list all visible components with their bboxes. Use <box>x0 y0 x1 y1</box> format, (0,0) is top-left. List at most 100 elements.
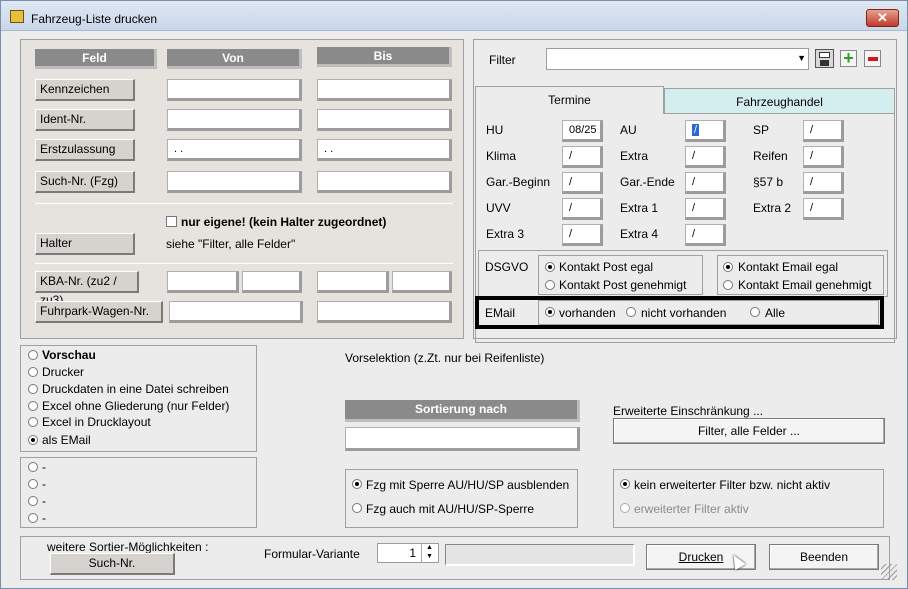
identnr-von-input[interactable] <box>167 109 302 131</box>
minus-radio-3[interactable] <box>28 496 38 506</box>
extra4-input[interactable]: / <box>685 224 726 246</box>
kein-filter-radio[interactable] <box>620 479 630 489</box>
klima-label: Klima <box>486 149 517 163</box>
kba-label[interactable]: KBA-Nr. (zu2 / zu3) <box>35 271 139 307</box>
erstzulassung-bis-input[interactable]: . . <box>317 139 452 161</box>
kennzeichen-von-input[interactable] <box>167 79 302 101</box>
vorschau-radio[interactable] <box>28 350 38 360</box>
post-genehmigt-radio[interactable] <box>545 280 555 290</box>
als-email-radio[interactable] <box>28 435 38 445</box>
resize-grip-icon[interactable] <box>881 564 897 580</box>
erstzulassung-von-input[interactable]: . . <box>167 139 302 161</box>
filter-select[interactable]: ▼ <box>546 48 809 70</box>
suchnr-von-input[interactable] <box>167 171 302 193</box>
extra-input[interactable]: / <box>685 146 726 168</box>
email-nicht-label: nicht vorhanden <box>641 306 727 320</box>
beenden-button[interactable]: Beenden <box>769 544 879 570</box>
kba-von-2-input[interactable] <box>242 271 302 293</box>
formular-variante-stepper[interactable]: 1 ▲ ▼ <box>377 543 439 563</box>
drucker-label: Drucker <box>42 365 85 379</box>
kba-von-1-input[interactable] <box>167 271 239 293</box>
identnr-bis-input[interactable] <box>317 109 452 131</box>
extra2-input[interactable]: / <box>803 198 844 220</box>
p57b-input[interactable]: / <box>803 172 844 194</box>
email-vorhanden-radio[interactable] <box>545 307 555 317</box>
uvv-input[interactable]: / <box>562 198 603 220</box>
extra2-label: Extra 2 <box>753 201 792 215</box>
email-vorhanden-label: vorhanden <box>559 306 616 320</box>
minus-radio-1[interactable] <box>28 462 38 472</box>
email-label: EMail <box>485 306 516 320</box>
suchnr-fzg-label[interactable]: Such-Nr. (Fzg) <box>35 171 135 193</box>
minus-label-4: - <box>42 511 46 525</box>
hu-input[interactable]: 08/25 <box>562 120 603 142</box>
filter-alle-felder-button[interactable]: Filter, alle Felder ... <box>613 418 885 444</box>
chevron-down-icon: ▼ <box>797 53 806 63</box>
identnr-label[interactable]: Ident-Nr. <box>35 109 135 131</box>
fuhrpark-von-input[interactable] <box>169 301 303 323</box>
als-email-label: als EMail <box>42 433 91 447</box>
print-dialog-window: Fahrzeug-Liste drucken ✕ Feld Von Bis Ke… <box>0 0 908 589</box>
kein-filter-label: kein erweiterter Filter bzw. nicht aktiv <box>634 478 831 492</box>
add-icon[interactable]: + <box>840 49 857 67</box>
kba-bis-2-input[interactable] <box>392 271 452 293</box>
vorselektion-text: Vorselektion (z.Zt. nur bei Reifenliste) <box>345 351 545 365</box>
stepper-up-icon[interactable]: ▲ <box>421 544 437 553</box>
tab-termine-label: Termine <box>548 93 591 107</box>
header-bis: Bis <box>317 47 452 67</box>
au-input[interactable]: / <box>685 120 726 142</box>
fuhrpark-label[interactable]: Fuhrpark-Wagen-Nr. <box>35 301 163 323</box>
sortierung-header: Sortierung nach <box>345 400 580 422</box>
p57b-label: §57 b <box>753 175 784 189</box>
minus-radio-2[interactable] <box>28 479 38 489</box>
suchnr-bis-input[interactable] <box>317 171 452 193</box>
sortierung-input[interactable] <box>345 427 580 451</box>
extra3-input[interactable]: / <box>562 224 603 246</box>
email-genehmigt-label: Kontakt Email genehmigt <box>738 278 872 292</box>
sperre-auch-label: Fzg auch mit AU/HU/SP-Sperre <box>366 502 535 516</box>
sperre-ausblenden-radio[interactable] <box>352 479 362 489</box>
reifen-input[interactable]: / <box>803 146 844 168</box>
sperre-auch-radio[interactable] <box>352 503 362 513</box>
kba-bis-1-input[interactable] <box>317 271 389 293</box>
klima-input[interactable]: / <box>562 146 603 168</box>
sp-input[interactable]: / <box>803 120 844 142</box>
gar-ende-input[interactable]: / <box>685 172 726 194</box>
extra1-input[interactable]: / <box>685 198 726 220</box>
email-alle-radio[interactable] <box>750 307 760 317</box>
kennzeichen-bis-input[interactable] <box>317 79 452 101</box>
halter-hint: siehe "Filter, alle Felder" <box>166 237 296 251</box>
filter-aktiv-radio <box>620 503 630 513</box>
window-title: Fahrzeug-Liste drucken <box>31 12 158 26</box>
gar-beginn-input[interactable]: / <box>562 172 603 194</box>
title-bar: Fahrzeug-Liste drucken ✕ <box>1 1 907 31</box>
excel-layout-radio[interactable] <box>28 417 38 427</box>
nur-eigene-checkbox[interactable] <box>166 216 177 227</box>
email-genehmigt-radio[interactable] <box>723 280 733 290</box>
hu-label: HU <box>486 123 504 137</box>
datei-radio[interactable] <box>28 384 38 394</box>
au-value: / <box>692 124 700 136</box>
email-nicht-radio[interactable] <box>626 307 636 317</box>
kennzeichen-label[interactable]: Kennzeichen <box>35 79 135 101</box>
filter-aktiv-label: erweiterter Filter aktiv <box>634 502 749 516</box>
sperre-ausblenden-label: Fzg mit Sperre AU/HU/SP ausblenden <box>366 478 570 492</box>
erstzulassung-label[interactable]: Erstzulassung <box>35 139 135 161</box>
weitere-sortier-label: weitere Sortier-Möglichkeiten : <box>47 540 209 554</box>
drucker-radio[interactable] <box>28 367 38 377</box>
minus-radio-4[interactable] <box>28 513 38 523</box>
tab-fahrzeughandel[interactable]: Fahrzeughandel <box>664 88 895 114</box>
halter-button[interactable]: Halter <box>35 233 135 255</box>
close-button[interactable]: ✕ <box>866 9 899 27</box>
remove-icon[interactable] <box>864 50 881 67</box>
tab-termine[interactable]: Termine <box>475 86 664 114</box>
email-egal-label: Kontakt Email egal <box>738 260 839 274</box>
post-egal-label: Kontakt Post egal <box>559 260 654 274</box>
email-egal-radio[interactable] <box>723 262 733 272</box>
stepper-down-icon[interactable]: ▼ <box>421 553 437 562</box>
post-egal-radio[interactable] <box>545 262 555 272</box>
excel-ohne-radio[interactable] <box>28 401 38 411</box>
fuhrpark-bis-input[interactable] <box>317 301 452 323</box>
suchnr-button[interactable]: Such-Nr. <box>50 553 175 575</box>
save-icon[interactable] <box>815 49 834 68</box>
